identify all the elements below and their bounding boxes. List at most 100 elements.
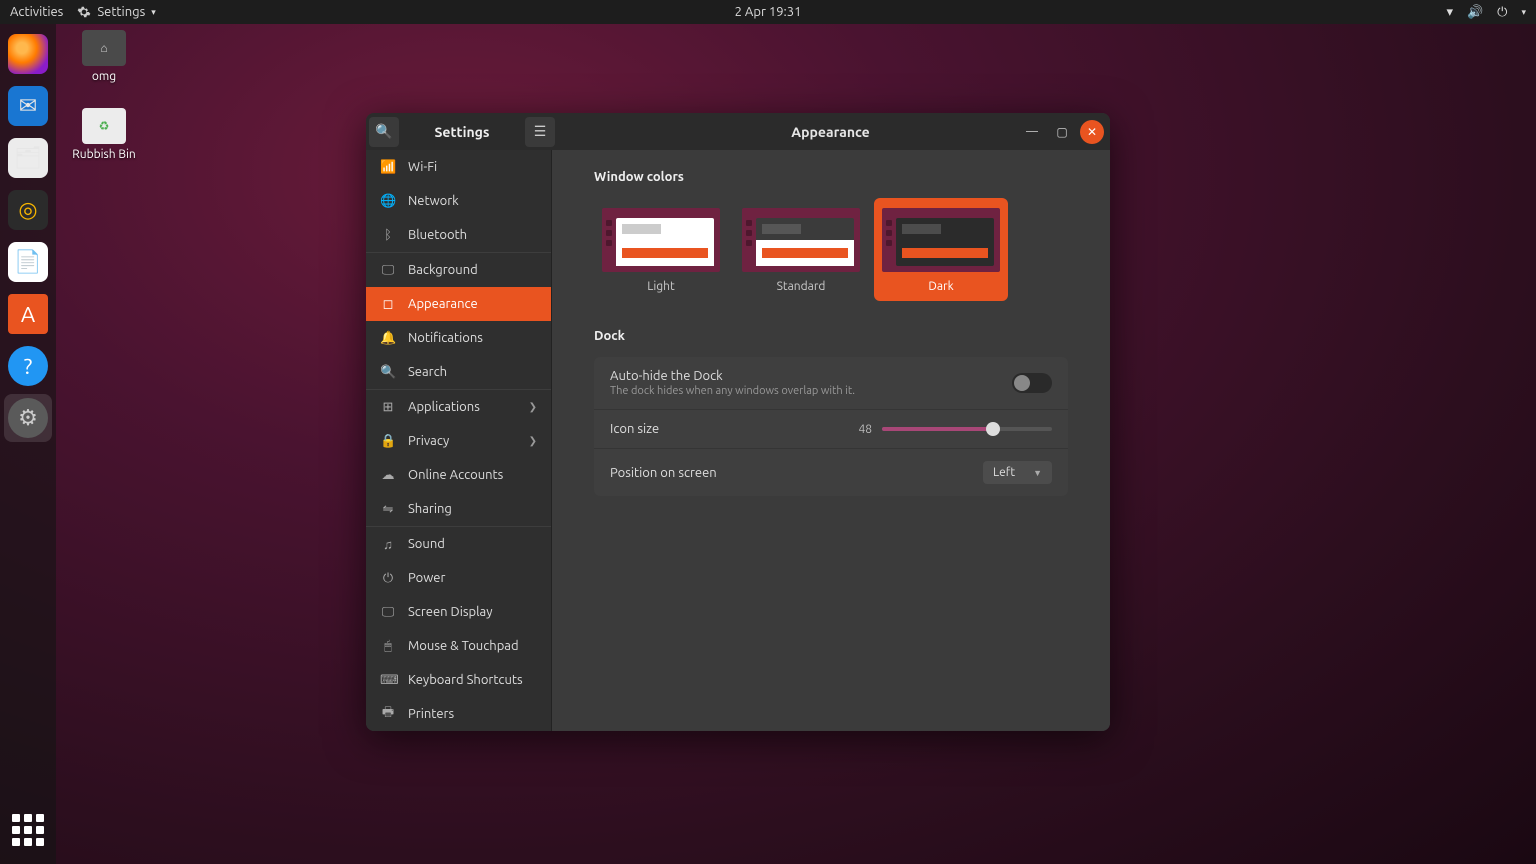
autohide-switch[interactable]	[1012, 373, 1052, 393]
sidebar-item-network[interactable]: 🌐 Network	[366, 184, 551, 218]
sidebar-icon: 🌐	[380, 194, 396, 209]
autohide-label: Auto-hide the Dock	[610, 369, 855, 383]
maximize-button[interactable]: ▢	[1050, 120, 1074, 144]
dock-settings[interactable]: ⚙	[4, 394, 52, 442]
sidebar-item-appearance[interactable]: ◻ Appearance	[366, 287, 551, 321]
settings-window: 🔍 Settings ☰ Appearance — ▢ ✕ 📶 Wi-Fi 🌐 Net…	[366, 113, 1110, 731]
icon-size-slider[interactable]	[882, 427, 1052, 431]
app-menu-label: Settings	[97, 5, 145, 19]
sidebar-item-applications[interactable]: ⊞Applications❯	[366, 390, 551, 424]
dock-thunderbird[interactable]: ✉	[4, 82, 52, 130]
sidebar-label: Search	[408, 365, 447, 379]
chevron-down-icon: ▼	[1033, 468, 1042, 478]
sidebar-icon: ⌨	[380, 673, 396, 688]
sidebar-label: Sound	[408, 537, 445, 551]
sidebar-icon: ⊞	[380, 400, 396, 415]
clock[interactable]: 2 Apr 19:31	[735, 5, 802, 19]
theme-light[interactable]: Light	[594, 198, 728, 301]
theme-label: Light	[602, 280, 720, 293]
sidebar-label: Bluetooth	[408, 228, 467, 242]
firefox-icon	[8, 34, 48, 74]
sidebar-icon: 🔒	[380, 434, 396, 449]
sidebar-label: Online Accounts	[408, 468, 503, 482]
desktop-label: omg	[64, 70, 144, 83]
window-colors-title: Window colors	[594, 170, 1068, 184]
dock-firefox[interactable]	[4, 30, 52, 78]
settings-content: Window colors Light Standard Dark Dock	[552, 150, 1110, 731]
minimize-button[interactable]: —	[1020, 120, 1044, 144]
autohide-sublabel: The dock hides when any windows overlap …	[610, 385, 855, 397]
sidebar-icon: ⇋	[380, 502, 396, 517]
sidebar-icon: 🖱	[380, 639, 396, 654]
desktop-folder-omg[interactable]: ⌂ omg	[64, 30, 144, 83]
desktop-trash[interactable]: ♻ Rubbish Bin	[64, 108, 144, 161]
trash-icon: ♻	[82, 108, 126, 144]
sidebar-item-search[interactable]: 🔍 Search	[366, 355, 551, 389]
thunderbird-icon: ✉	[8, 86, 48, 126]
theme-standard[interactable]: Standard	[734, 198, 868, 301]
app-menu[interactable]: Settings ▾	[77, 5, 155, 19]
sidebar-item-screen-display[interactable]: 🖵 Screen Display	[366, 595, 551, 629]
power-icon: ⏻	[1497, 5, 1507, 20]
dock-help[interactable]: ?	[4, 342, 52, 390]
libreoffice-icon: 📄	[8, 242, 48, 282]
volume-icon: 🔊	[1467, 5, 1483, 20]
sidebar-item-sharing[interactable]: ⇋ Sharing	[366, 492, 551, 526]
sidebar-item-notifications[interactable]: 🔔 Notifications	[366, 321, 551, 355]
sidebar-icon: ◻	[380, 297, 396, 312]
sidebar-label: Wi-Fi	[408, 160, 437, 174]
dock-files[interactable]: 🗂	[4, 134, 52, 182]
sidebar-item-wi-fi[interactable]: 📶 Wi-Fi	[366, 150, 551, 184]
files-icon: 🗂	[8, 138, 48, 178]
sidebar-item-printers[interactable]: 🖶Printers	[366, 697, 551, 731]
sidebar-item-power[interactable]: ⏻Power	[366, 561, 551, 595]
show-applications-button[interactable]	[8, 810, 48, 850]
dropdown-value: Left	[993, 466, 1015, 479]
sidebar-item-bluetooth[interactable]: ᛒ Bluetooth	[366, 218, 551, 252]
sidebar-icon: ♫	[380, 537, 396, 552]
dock-libreoffice[interactable]: 📄	[4, 238, 52, 286]
dock-software[interactable]: A	[4, 290, 52, 338]
sidebar-icon: ᛒ	[380, 228, 396, 242]
sidebar-label: Network	[408, 194, 459, 208]
sidebar-item-sound[interactable]: ♫ Sound	[366, 527, 551, 561]
network-icon: ▾	[1446, 5, 1453, 20]
help-icon: ?	[8, 346, 48, 386]
sidebar-item-background[interactable]: 🖵Background	[366, 253, 551, 287]
sidebar-icon: 🔍	[380, 365, 396, 380]
search-button[interactable]: 🔍	[369, 117, 399, 147]
sidebar-label: Mouse & Touchpad	[408, 639, 519, 653]
sidebar-icon: 🔔	[380, 331, 396, 346]
sidebar-item-keyboard-shortcuts[interactable]: ⌨Keyboard Shortcuts	[366, 663, 551, 697]
sidebar-label: Sharing	[408, 502, 452, 516]
chevron-down-icon: ▾	[1521, 7, 1526, 18]
dock-title: Dock	[594, 329, 1068, 343]
search-icon: 🔍	[375, 123, 392, 140]
theme-dark[interactable]: Dark	[874, 198, 1008, 301]
sidebar-icon: 📶	[380, 160, 396, 175]
sidebar-item-privacy[interactable]: 🔒Privacy❯	[366, 424, 551, 458]
chevron-right-icon: ❯	[529, 435, 537, 447]
sidebar-label: Notifications	[408, 331, 483, 345]
icon-size-value: 48	[858, 423, 872, 436]
sidebar-label: Applications	[408, 400, 480, 414]
icon-size-label: Icon size	[610, 422, 659, 436]
system-tray[interactable]: ▾ 🔊 ⏻ ▾	[1446, 5, 1526, 20]
top-panel: Activities Settings ▾ 2 Apr 19:31 ▾ 🔊 ⏻ …	[0, 0, 1536, 24]
sidebar-label: Screen Display	[408, 605, 492, 619]
folder-icon: ⌂	[82, 30, 126, 66]
dock: ✉ 🗂 ◎ 📄 A ? ⚙	[0, 24, 56, 864]
sidebar-label: Appearance	[408, 297, 478, 311]
sidebar-label: Background	[408, 263, 478, 277]
sidebar-label: Power	[408, 571, 445, 585]
activities-button[interactable]: Activities	[10, 5, 63, 19]
sidebar-icon: 🖵	[380, 605, 396, 620]
sidebar-item-mouse-touchpad[interactable]: 🖱 Mouse & Touchpad	[366, 629, 551, 663]
dock-rhythmbox[interactable]: ◎	[4, 186, 52, 234]
position-label: Position on screen	[610, 466, 717, 480]
titlebar[interactable]: 🔍 Settings ☰ Appearance — ▢ ✕	[366, 113, 1110, 150]
settings-sidebar: 📶Wi-Fi🌐NetworkᛒBluetooth🖵Background◻Appe…	[366, 150, 552, 731]
sidebar-item-online-accounts[interactable]: ☁Online Accounts	[366, 458, 551, 492]
close-button[interactable]: ✕	[1080, 120, 1104, 144]
position-dropdown[interactable]: Left ▼	[983, 461, 1052, 484]
